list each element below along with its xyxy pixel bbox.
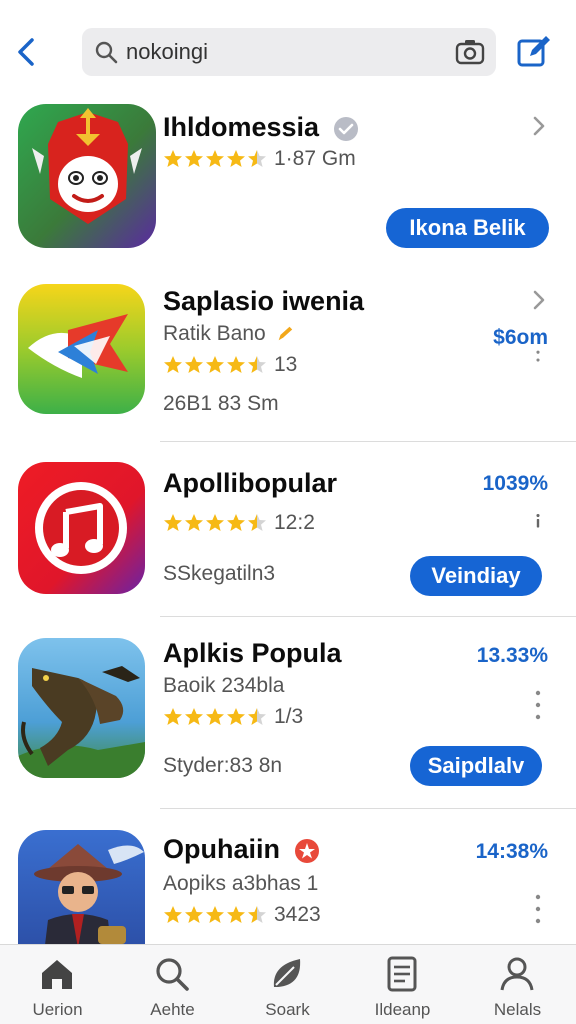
rating-count: 1·87 Gm: [274, 147, 356, 170]
star-icon: [206, 514, 224, 531]
get-button[interactable]: Veindiay: [410, 556, 542, 596]
more-options-icon[interactable]: [530, 892, 546, 926]
list-item[interactable]: Opuhaiin 14:38% Aopiks a3bhas 1 3423: [0, 826, 576, 944]
star-icon: [185, 906, 203, 923]
divider: [160, 616, 576, 617]
star-icon: [206, 708, 224, 725]
star-rating: 13: [163, 353, 298, 376]
star-half-icon: [248, 356, 266, 373]
tab-bar: Uerion Aehte Soark Ildeanp Nelals: [0, 944, 576, 1024]
verified-icon: [333, 116, 358, 141]
star-icon: [206, 906, 224, 923]
app-name[interactable]: Ihldomessia: [163, 112, 359, 143]
divider: [160, 441, 576, 442]
mask-face-icon: [18, 104, 156, 248]
document-icon: [387, 956, 417, 992]
star-icon: [164, 514, 182, 531]
divider: [160, 808, 576, 809]
flag-arrow-icon: [18, 284, 145, 414]
app-subtitle: Ratik Bano: [163, 322, 294, 346]
tab-home[interactable]: Uerion: [0, 945, 115, 1024]
top-bar: nokoingi: [0, 0, 576, 96]
star-icon: [227, 356, 245, 373]
dragon-icon: [18, 638, 145, 778]
star-icon: [206, 356, 224, 373]
search-icon: [95, 41, 118, 64]
percent-label: 14:38%: [475, 840, 548, 863]
star-icon: [227, 514, 245, 531]
leaf-icon: [273, 959, 301, 987]
tab-library[interactable]: Ildeanp: [345, 945, 460, 1024]
star-icon: [185, 708, 203, 725]
star-half-icon: [248, 708, 266, 725]
list-item[interactable]: Saplasio iwenia Ratik Bano $6om 13 26B1 …: [0, 278, 576, 440]
star-icon: [227, 150, 245, 167]
star-icon: [227, 906, 245, 923]
get-button[interactable]: Saipdlalv: [410, 746, 542, 786]
star-icon: [206, 150, 224, 167]
tab-label: Uerion: [32, 1000, 83, 1019]
star-icon: [227, 708, 245, 725]
rating-count: 12:2: [274, 511, 315, 534]
app-size: 26B1 83 Sm: [163, 392, 279, 415]
get-button[interactable]: Ikona Belik: [386, 208, 549, 248]
tab-label: Ildeanp: [374, 1000, 431, 1019]
star-icon: [185, 514, 203, 531]
app-name[interactable]: Aplkis Popula: [163, 638, 342, 669]
more-options-icon[interactable]: [530, 688, 546, 722]
app-name[interactable]: Opuhaiin: [163, 834, 320, 865]
star-icon: [185, 356, 203, 373]
star-half-icon: [248, 150, 266, 167]
rating-count: 13: [274, 353, 298, 376]
app-name[interactable]: Saplasio iwenia: [163, 286, 364, 317]
star-rating: 1/3: [163, 705, 304, 728]
rating-count: 3423: [274, 903, 321, 926]
chevron-left-icon[interactable]: [10, 34, 40, 70]
price-label: $6om: [493, 326, 548, 349]
tab-label: Nelals: [493, 1000, 542, 1019]
star-rating: 3423: [163, 903, 321, 926]
pencil-icon: [278, 327, 292, 341]
chevron-right-icon[interactable]: [530, 288, 548, 312]
star-half-icon: [248, 514, 266, 531]
percent-label: 13.33%: [476, 644, 548, 667]
app-subtitle: Aopiks a3bhas 1: [163, 872, 319, 895]
percent-label: 1039%: [482, 472, 548, 495]
hat-character-icon: [18, 830, 145, 944]
chevron-right-icon[interactable]: [530, 114, 548, 138]
star-icon: [164, 906, 182, 923]
tab-spark[interactable]: Soark: [230, 945, 345, 1024]
search-bar[interactable]: nokoingi: [82, 28, 496, 76]
star-icon: [164, 356, 182, 373]
app-size: SSkegatiln3: [163, 562, 276, 585]
camera-icon[interactable]: [454, 37, 486, 67]
info-icon[interactable]: [530, 512, 546, 536]
search-icon: [156, 958, 189, 991]
compose-icon[interactable]: [516, 34, 552, 68]
tab-profile[interactable]: Nelals: [460, 945, 575, 1024]
person-icon: [500, 957, 534, 991]
star-rating: 12:2: [163, 511, 315, 534]
star-icon: [164, 708, 182, 725]
app-subtitle: Baoik 234bla: [163, 674, 285, 697]
star-icon: [185, 150, 203, 167]
home-icon: [42, 960, 72, 989]
music-note-icon: [18, 462, 145, 594]
star-rating: 1·87 Gm: [163, 147, 356, 170]
star-badge-icon: [294, 838, 319, 863]
star-half-icon: [248, 906, 266, 923]
list-item[interactable]: Ihldomessia 1·87 Gm Ikona Belik: [0, 100, 576, 260]
search-input[interactable]: nokoingi: [126, 40, 208, 64]
app-size: Styder:83 8n: [163, 754, 283, 777]
list-item[interactable]: Aplkis Popula 13.33% Baoik 234bla 1/3 St…: [0, 632, 576, 806]
tab-label: Soark: [265, 1000, 310, 1019]
star-icon: [164, 150, 182, 167]
tab-search[interactable]: Aehte: [115, 945, 230, 1024]
rating-count: 1/3: [274, 705, 304, 728]
list-item[interactable]: Apollibopular 1039% 12:2 SSkegatiln3 Vei…: [0, 458, 576, 614]
app-name[interactable]: Apollibopular: [163, 468, 337, 499]
tab-label: Aehte: [150, 1000, 195, 1019]
more-options-icon[interactable]: [530, 348, 546, 372]
